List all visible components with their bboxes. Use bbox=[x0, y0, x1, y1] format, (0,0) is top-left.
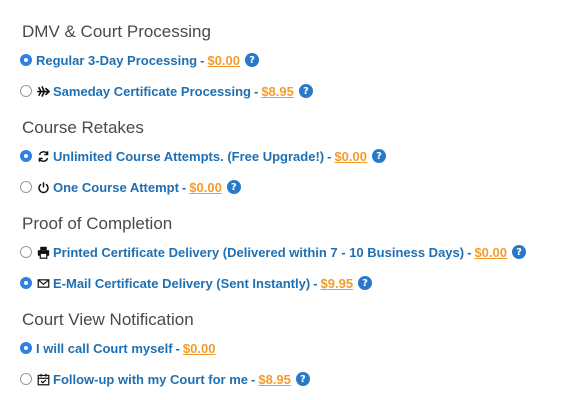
help-icon[interactable]: ? bbox=[358, 276, 373, 290]
radio-email-certificate-delivery[interactable] bbox=[20, 277, 32, 289]
option-follow-up-with-my-court[interactable]: Follow-up with my Court for me - $8.95 ? bbox=[20, 370, 310, 388]
separator: - bbox=[327, 148, 332, 164]
separator: - bbox=[253, 83, 259, 99]
calendar-check-icon bbox=[36, 372, 50, 386]
option-label: Sameday Certificate Processing bbox=[53, 83, 251, 99]
help-icon[interactable]: ? bbox=[295, 372, 310, 386]
section-title-proof-of-completion: Proof of Completion bbox=[22, 214, 173, 233]
separator: - bbox=[467, 244, 472, 260]
option-sameday-certificate-processing[interactable]: Sameday Certificate Processing - $8.95 ? bbox=[20, 82, 313, 100]
radio-i-will-call-court-myself[interactable] bbox=[20, 342, 32, 354]
checkout-options: DMV & Court Processing Regular 3-Day Pro… bbox=[0, 0, 566, 400]
option-i-will-call-court-myself[interactable]: I will call Court myself - $0.00 bbox=[20, 339, 215, 357]
option-label: E-Mail Certificate Delivery (Sent Instan… bbox=[53, 275, 311, 291]
option-label: Regular 3-Day Processing bbox=[36, 52, 198, 68]
option-label: Unlimited Course Attempts. (Free Upgrade… bbox=[53, 148, 325, 164]
option-label: Printed Certificate Delivery (Delivered … bbox=[53, 244, 465, 260]
separator: - bbox=[251, 371, 256, 387]
radio-unlimited-course-attempts[interactable] bbox=[20, 150, 32, 162]
option-one-course-attempt[interactable]: One Course Attempt - $0.00 ? bbox=[20, 178, 241, 196]
separator: - bbox=[200, 52, 205, 68]
option-price-link[interactable]: $0.00 bbox=[207, 53, 240, 68]
power-icon bbox=[36, 180, 50, 194]
option-email-certificate-delivery[interactable]: E-Mail Certificate Delivery (Sent Instan… bbox=[20, 274, 373, 292]
radio-printed-certificate-delivery[interactable] bbox=[20, 246, 32, 258]
section-title-dmv-court-processing: DMV & Court Processing bbox=[22, 22, 211, 41]
option-price-link[interactable]: $0.00 bbox=[183, 341, 216, 356]
radio-follow-up-with-my-court[interactable] bbox=[20, 373, 32, 385]
option-unlimited-course-attempts[interactable]: Unlimited Course Attempts. (Free Upgrade… bbox=[20, 147, 386, 165]
option-regular-3-day-processing[interactable]: Regular 3-Day Processing - $0.00 ? bbox=[20, 51, 260, 69]
help-icon[interactable]: ? bbox=[245, 53, 260, 67]
option-price-link[interactable]: $0.00 bbox=[189, 180, 222, 195]
radio-sameday-certificate-processing[interactable] bbox=[20, 85, 32, 97]
option-price-link[interactable]: $0.00 bbox=[334, 149, 367, 164]
option-price-link[interactable]: $0.00 bbox=[474, 245, 507, 260]
option-price-link[interactable]: $8.95 bbox=[258, 372, 291, 387]
option-price-link[interactable]: $9.95 bbox=[321, 276, 354, 291]
envelope-icon bbox=[36, 276, 50, 290]
option-price-link[interactable]: $8.95 bbox=[261, 84, 294, 99]
refresh-icon bbox=[36, 149, 50, 163]
option-label: I will call Court myself bbox=[36, 340, 173, 356]
help-icon[interactable]: ? bbox=[226, 180, 241, 194]
radio-one-course-attempt[interactable] bbox=[20, 181, 32, 193]
separator: - bbox=[181, 179, 187, 195]
option-printed-certificate-delivery[interactable]: Printed Certificate Delivery (Delivered … bbox=[20, 243, 526, 261]
help-icon[interactable]: ? bbox=[511, 245, 526, 259]
help-icon[interactable]: ? bbox=[372, 149, 386, 163]
separator: - bbox=[175, 340, 180, 356]
radio-regular-3-day-processing[interactable] bbox=[20, 54, 32, 66]
section-title-course-retakes: Course Retakes bbox=[22, 118, 144, 137]
help-icon[interactable]: ? bbox=[298, 84, 313, 98]
printer-icon bbox=[36, 245, 50, 259]
separator: - bbox=[313, 275, 318, 291]
option-label: One Course Attempt bbox=[53, 179, 179, 195]
section-title-court-view-notification: Court View Notification bbox=[22, 310, 194, 329]
plane-icon bbox=[36, 84, 50, 98]
option-label: Follow-up with my Court for me bbox=[53, 371, 248, 387]
